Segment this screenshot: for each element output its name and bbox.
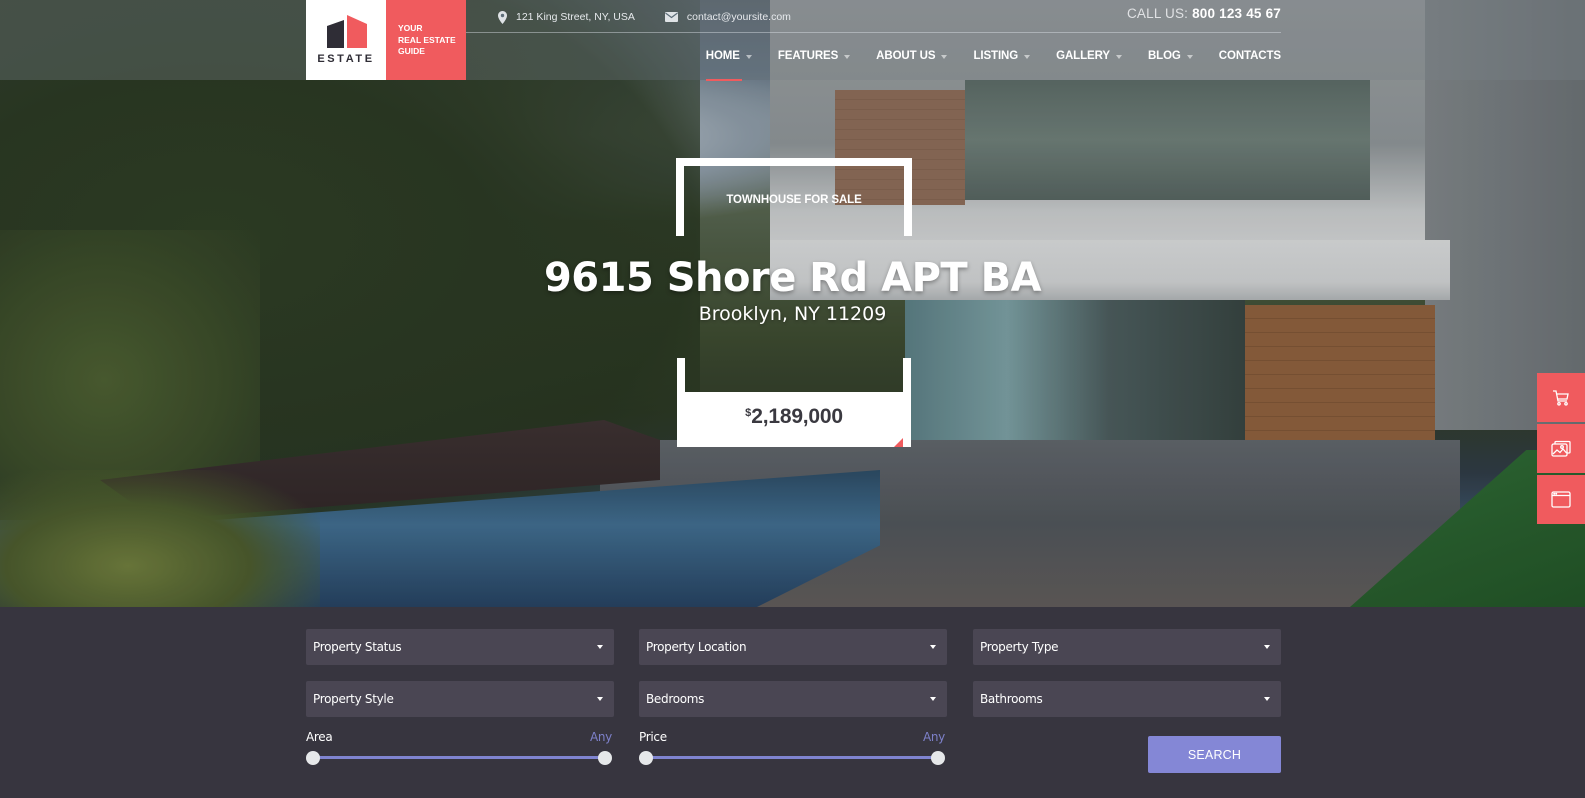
caret-down-icon (844, 54, 851, 59)
browser-button[interactable] (1537, 475, 1585, 524)
images-icon (1551, 440, 1571, 457)
bedrooms-select[interactable]: Bedrooms (639, 681, 947, 717)
range-max-handle[interactable] (598, 751, 612, 765)
dropdown-arrow-icon (930, 697, 936, 701)
logo-mark-box: ESTATE (306, 0, 386, 80)
area-range: Area Any (306, 730, 612, 765)
caret-down-icon (941, 54, 948, 59)
range-max-handle[interactable] (931, 751, 945, 765)
range-min-handle[interactable] (639, 751, 653, 765)
map-marker-icon (498, 10, 507, 24)
caret-down-icon (1024, 54, 1031, 59)
bathrooms-select[interactable]: Bathrooms (973, 681, 1281, 717)
search-button[interactable]: SEARCH (1148, 736, 1281, 773)
property-location: Brooklyn, NY 11209 (698, 303, 887, 325)
main-nav: HOME FEATURES ABOUT US LISTING GALLERY B… (705, 46, 1281, 81)
shopping-cart-icon (1553, 389, 1569, 406)
logo-tagline: YOUR REAL ESTATE GUIDE (386, 0, 466, 80)
nav-gallery[interactable]: GALLERY (1056, 50, 1122, 62)
property-type-select[interactable]: Property Type (973, 629, 1281, 665)
caret-down-icon (745, 54, 752, 59)
price-box[interactable]: $2,189,000 (685, 392, 903, 447)
property-title: 9615 Shore Rd APT BA (543, 255, 1042, 301)
nav-blog[interactable]: BLOG (1148, 50, 1193, 62)
email-link[interactable]: contact@yoursite.com (664, 11, 791, 23)
range-value: Any (922, 730, 945, 744)
phone-number[interactable]: 800 123 45 67 (1192, 6, 1281, 21)
range-slider[interactable] (639, 751, 945, 765)
logo[interactable]: ESTATE YOUR REAL ESTATE GUIDE (306, 0, 466, 80)
property-style-select[interactable]: Property Style (306, 681, 614, 717)
dropdown-arrow-icon (1264, 645, 1270, 649)
browser-window-icon (1551, 491, 1571, 508)
range-track (312, 756, 606, 759)
nav-features[interactable]: FEATURES (778, 50, 851, 62)
property-location-select[interactable]: Property Location (639, 629, 947, 665)
call-us: CALL US: 800 123 45 67 (1126, 6, 1281, 21)
cart-button[interactable] (1537, 373, 1585, 422)
nav-listing[interactable]: LISTING (973, 50, 1031, 62)
house-logo-icon (327, 15, 367, 48)
caret-down-icon (1186, 54, 1193, 59)
nav-home[interactable]: HOME (705, 50, 752, 81)
address: 121 King Street, NY, USA (498, 10, 635, 24)
corner-accent (894, 438, 903, 447)
caret-down-icon (1115, 54, 1122, 59)
range-label: Price (639, 730, 667, 744)
range-slider[interactable] (306, 751, 612, 765)
price-value: 2,189,000 (751, 405, 843, 428)
dropdown-arrow-icon (597, 645, 603, 649)
price-range: Price Any (639, 730, 945, 765)
side-toolbar (1537, 373, 1585, 526)
gallery-button[interactable] (1537, 424, 1585, 473)
range-value: Any (589, 730, 612, 744)
nav-contacts[interactable]: CONTACTS (1219, 50, 1281, 62)
price-currency: $ (745, 407, 752, 419)
nav-about-us[interactable]: ABOUT US (876, 50, 948, 62)
range-label: Area (306, 730, 333, 744)
property-badge: TOWNHOUSE FOR SALE (726, 194, 862, 206)
contact-info: 121 King Street, NY, USA contact@yoursit… (498, 8, 821, 26)
header-divider (466, 32, 1281, 33)
dropdown-arrow-icon (1264, 697, 1270, 701)
range-min-handle[interactable] (306, 751, 320, 765)
logo-text: ESTATE (317, 53, 375, 65)
envelope-icon (664, 12, 678, 22)
dropdown-arrow-icon (930, 645, 936, 649)
dropdown-arrow-icon (597, 697, 603, 701)
property-status-select[interactable]: Property Status (306, 629, 614, 665)
range-track (645, 756, 939, 759)
property-search-panel: Property Status Property Location Proper… (0, 607, 1585, 798)
